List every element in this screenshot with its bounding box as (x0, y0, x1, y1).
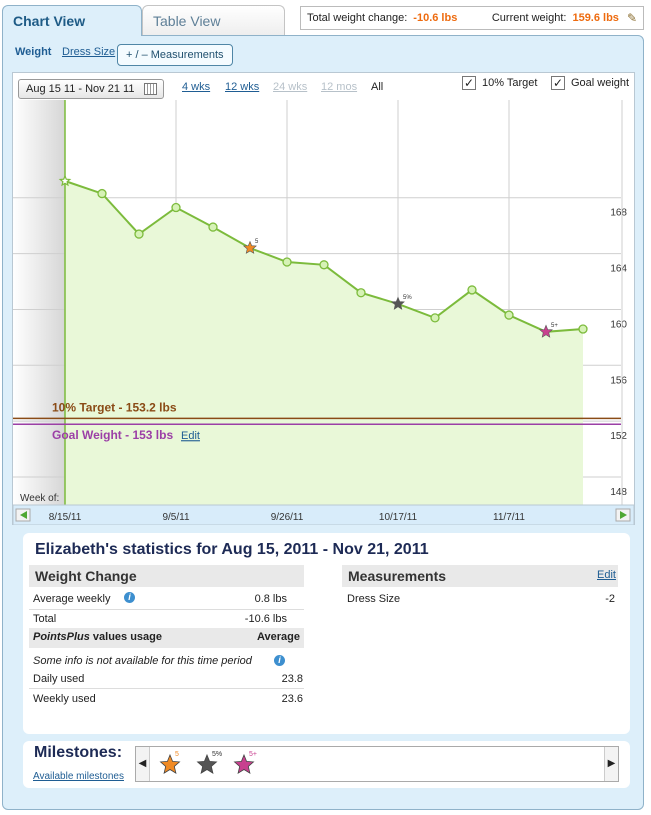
tab-chart-view[interactable]: Chart View (2, 5, 142, 36)
current-weight-value: 159.6 lbs (572, 12, 619, 24)
divider (29, 688, 304, 689)
date-range-text: Aug 15 11 - Nov 21 11 (26, 83, 135, 95)
points-note: Some info is not available for this time… (33, 655, 303, 667)
milestone-star-label: 5% (212, 751, 222, 758)
y-tick-label: 152 (610, 431, 627, 442)
points-heading-text: values usage (89, 631, 162, 643)
measurements-button-label: + / – Measurements (126, 49, 224, 61)
y-tick-label: 156 (610, 375, 627, 386)
weight-point (282, 257, 292, 267)
measurements-heading-text: Measurements (348, 568, 447, 584)
x-tick-label: 11/7/11 (493, 512, 525, 523)
weight-point (97, 188, 107, 199)
range-12mos[interactable]: 12 mos (321, 81, 357, 93)
daily-used-label: Daily used (33, 673, 85, 685)
points-brand: PointsPlus (33, 631, 90, 643)
weight-point (504, 310, 514, 320)
range-4wks[interactable]: 4 wks (182, 81, 210, 93)
statistics-title: Elizabeth's statistics for Aug 15, 2011 … (35, 541, 429, 558)
avg-weekly-value: 0.8 lbs (254, 593, 287, 605)
milestones-heading: Milestones: (34, 744, 123, 761)
goal-checkbox[interactable]: ✓ (551, 76, 565, 90)
y-tick-label: 164 (610, 264, 627, 275)
info-icon[interactable]: i (124, 592, 135, 603)
weekly-used-label: Weekly used (33, 693, 96, 705)
goal-label: Goal Weight - 153 lbs (52, 428, 173, 442)
avg-weekly-row: Average weekly i 0.8 lbs (33, 592, 303, 605)
total-change-label: Total weight change: (307, 12, 408, 24)
range-all[interactable]: All (371, 81, 383, 93)
total-label: Total (33, 613, 57, 625)
divider (29, 609, 304, 610)
info-icon-points[interactable]: i (274, 655, 285, 666)
range-24wks[interactable]: 24 wks (273, 81, 307, 93)
measurements-button[interactable]: + / – Measurements (117, 44, 233, 66)
milestone-stars: 5 5% 5+ (159, 751, 257, 774)
avg-weekly-label: Average weekly (33, 593, 111, 605)
goal-edit-link[interactable]: Edit (181, 430, 200, 442)
total-value: -10.6 lbs (244, 613, 287, 625)
tab-table-view[interactable]: Table View (142, 5, 285, 35)
milestone-marker-label: 5% (403, 295, 412, 301)
target-checkbox[interactable]: ✓ (462, 76, 476, 90)
x-tick-label: 10/17/11 (379, 512, 418, 523)
subtab-dress-size[interactable]: Dress Size (62, 46, 115, 58)
daily-used-row: Daily used 23.8 (33, 673, 303, 685)
pencil-icon[interactable]: ✎ (627, 11, 637, 25)
x-tick-label: 8/15/11 (49, 512, 82, 523)
total-change-value: -10.6 lbs (413, 12, 458, 24)
dress-size-value: -2 (605, 593, 615, 605)
milestone-marker-label: 5+ (551, 323, 558, 329)
weight-point (467, 285, 477, 295)
current-weight-label: Current weight: (491, 12, 567, 24)
milestone-star-label: 5+ (249, 751, 257, 758)
weight-point (430, 313, 440, 323)
range-12wks[interactable]: 12 wks (225, 81, 259, 93)
date-range-picker[interactable]: Aug 15 11 - Nov 21 11 (18, 79, 164, 99)
weight-point (319, 260, 329, 270)
subtab-weight[interactable]: Weight (15, 46, 51, 58)
x-tick-label: 9/26/11 (271, 512, 304, 523)
target-checkbox-label: 10% Target (482, 77, 538, 89)
weight-point (356, 288, 366, 298)
x-tick-label: 9/5/11 (162, 512, 189, 523)
calendar-icon[interactable] (144, 83, 157, 95)
weight-change-heading: Weight Change (29, 565, 304, 587)
y-tick-label: 168 (610, 208, 627, 219)
x-axis-strip (13, 504, 635, 525)
weekly-used-row: Weekly used 23.6 (33, 693, 303, 705)
goal-checkbox-label: Goal weight (571, 77, 630, 89)
weight-point (578, 324, 588, 334)
weight-point (208, 222, 218, 232)
points-note-text: Some info is not available for this time… (33, 655, 252, 667)
weight-point (171, 202, 181, 213)
daily-used-value: 23.8 (281, 673, 303, 685)
dress-size-row: Dress Size -2 (347, 593, 615, 605)
points-heading: PointsPlus values usage Average (29, 628, 304, 648)
weight-chart: 168 164 160 156 152 148 5 5% 5+ 10% Target - 15… (13, 100, 635, 525)
measurements-edit-link[interactable]: Edit (597, 569, 616, 581)
target-label: 10% Target - 153.2 lbs (52, 400, 177, 414)
y-tick-label: 160 (610, 319, 627, 330)
milestone-star-label: 5 (175, 751, 179, 758)
points-average-label: Average (256, 631, 300, 643)
dress-size-label: Dress Size (347, 593, 401, 605)
weight-point (134, 229, 144, 239)
available-milestones-link[interactable]: Available milestones (33, 771, 124, 782)
milestone-marker-label: 5 (255, 239, 259, 245)
measurements-heading: Measurements (342, 565, 618, 587)
weight-summary: Total weight change: -10.6 lbs Current w… (300, 6, 644, 30)
weight-area (65, 181, 583, 505)
milestones-next-button[interactable]: ▶ (604, 747, 618, 781)
milestones-prev-button[interactable]: ◀ (136, 747, 150, 781)
weekly-used-value: 23.6 (281, 693, 303, 705)
y-tick-label: 148 (610, 487, 627, 498)
total-row: Total -10.6 lbs (33, 613, 303, 625)
chart-left-shade (13, 100, 65, 505)
week-of-label: Week of: (20, 493, 59, 504)
